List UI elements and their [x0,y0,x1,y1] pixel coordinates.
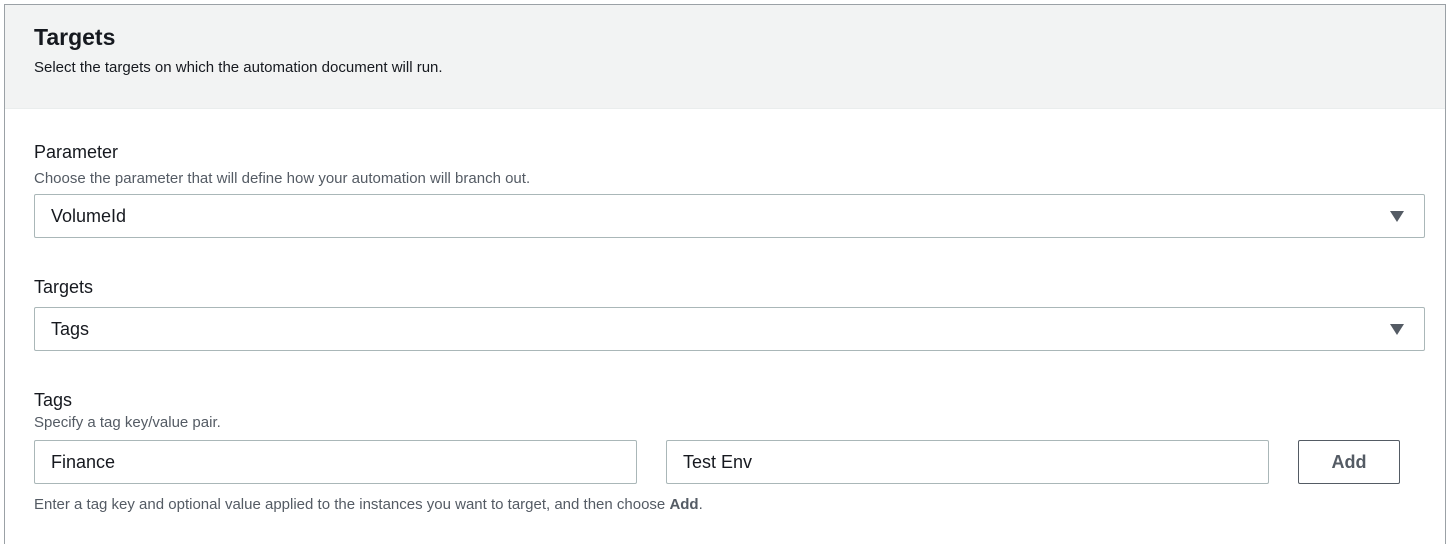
tag-value-value: Test Env [683,452,753,472]
panel-title: Targets [34,24,116,50]
panel-header: Targets Select the targets on which the … [5,5,1445,109]
panel-description: Select the targets on which the automati… [34,59,443,76]
tags-description: Specify a tag key/value pair. [34,414,221,431]
tags-hint-suffix: . [698,496,703,513]
tag-key-value: Finance [51,452,116,472]
targets-panel: Targets Select the targets on which the … [4,4,1446,544]
targets-label: Targets [34,277,94,297]
parameter-select[interactable]: VolumeId [34,194,1425,238]
caret-down-icon [1390,211,1404,222]
tags-label: Tags [34,390,73,410]
parameter-select-value: VolumeId [51,206,127,226]
tag-value-input[interactable]: Test Env [666,440,1269,484]
caret-down-icon [1390,324,1404,335]
tags-hint: Enter a tag key and optional value appli… [34,496,703,514]
add-tag-button[interactable]: Add [1298,440,1400,484]
tags-hint-add: Add [669,496,699,513]
parameter-label: Parameter [34,142,119,162]
tags-hint-text: Enter a tag key and optional value appli… [34,496,670,513]
targets-select-value: Tags [51,319,90,339]
targets-select[interactable]: Tags [34,307,1425,351]
parameter-description: Choose the parameter that will define ho… [34,170,531,187]
tag-key-input[interactable]: Finance [34,440,637,484]
